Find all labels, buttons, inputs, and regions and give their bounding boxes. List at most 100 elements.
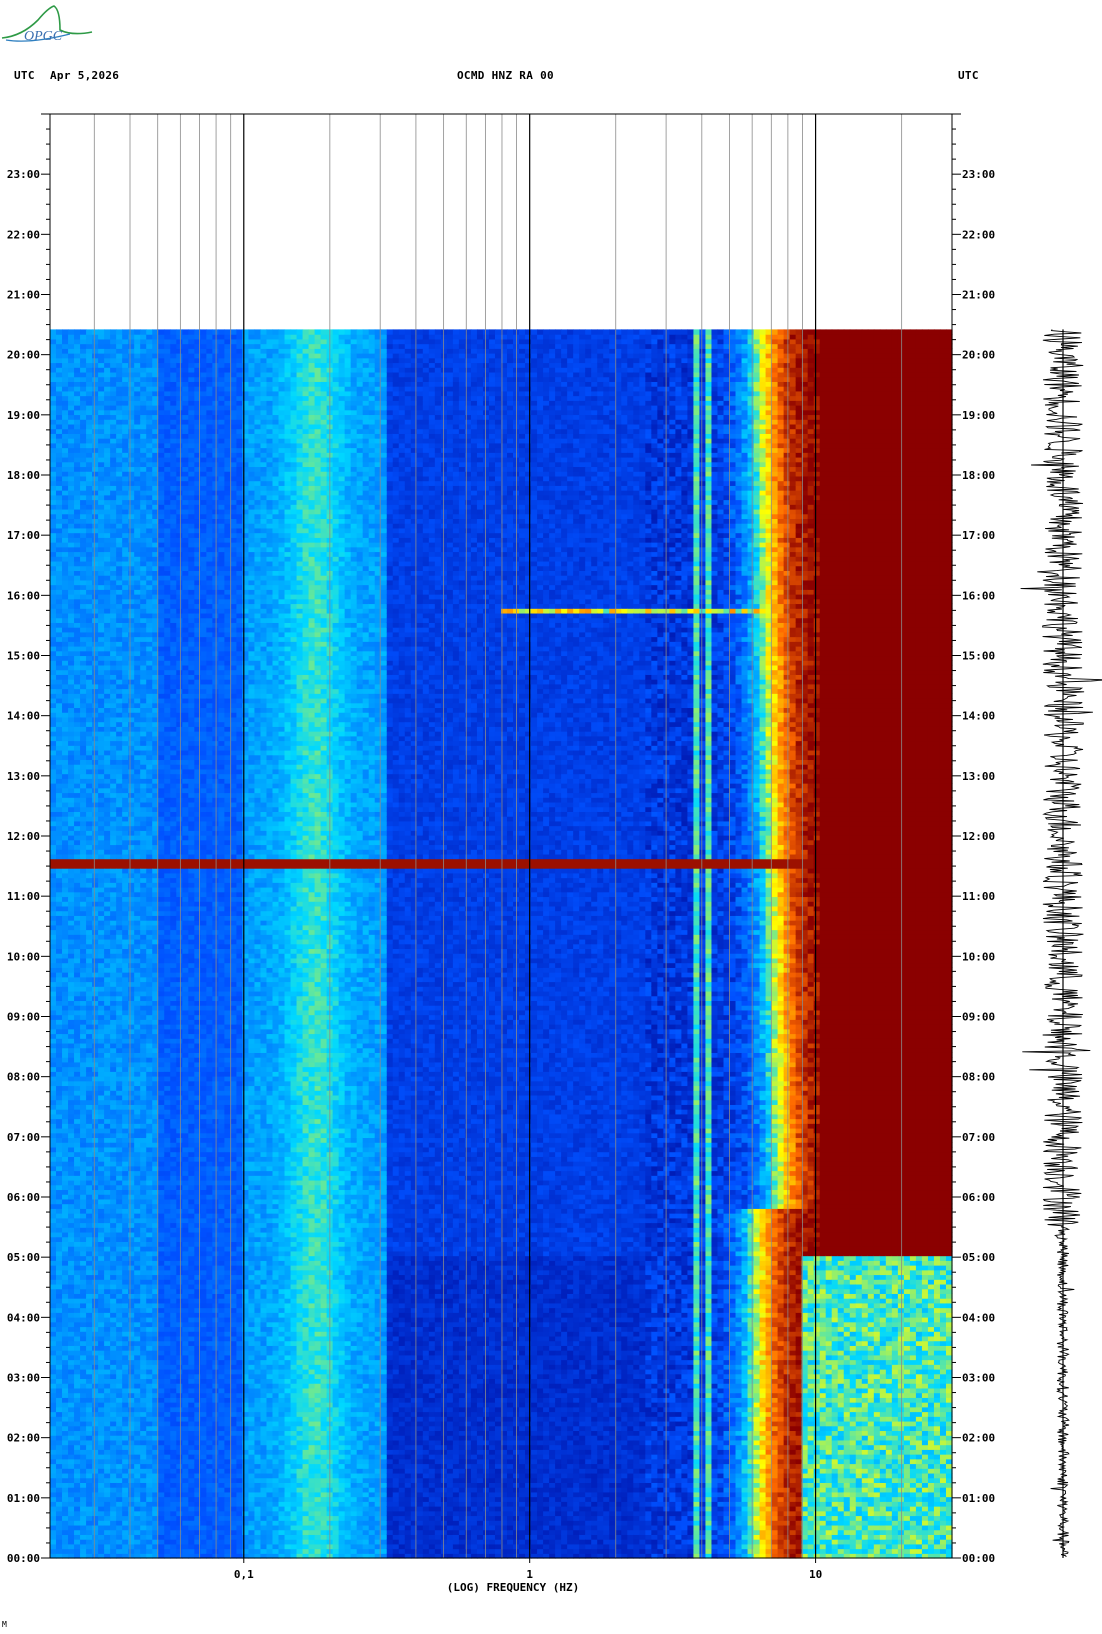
heatmap-cell (50, 1057, 57, 1062)
heatmap-cell (68, 1402, 75, 1407)
heatmap-cell (50, 944, 57, 949)
heatmap-cell (68, 1364, 75, 1369)
heatmap-cell (50, 821, 57, 826)
heatmap-cell (50, 655, 57, 660)
heatmap-cell (50, 878, 57, 883)
heatmap-cell (62, 1350, 69, 1355)
heatmap-cell (68, 1544, 75, 1549)
heatmap-cell (50, 353, 57, 358)
heatmap-cell (62, 528, 69, 533)
heatmap-cell (56, 1511, 63, 1516)
heatmap-cell (62, 811, 69, 816)
heatmap-cell (56, 1544, 63, 1549)
heatmap-cell (50, 901, 57, 906)
heatmap-cell (50, 1033, 57, 1038)
heatmap-cell (56, 1350, 63, 1355)
heatmap-cell (56, 1383, 63, 1388)
heatmap-cell (62, 414, 69, 419)
heatmap-cell (50, 1402, 57, 1407)
heatmap-cell (62, 840, 69, 845)
heatmap-cell (56, 329, 63, 334)
heatmap-cell (56, 547, 63, 552)
heatmap-cell (56, 1237, 63, 1242)
heatmap-cell (50, 514, 57, 519)
heatmap-cell (50, 1185, 57, 1190)
heatmap-cell (62, 972, 69, 977)
heatmap-cell (68, 1435, 75, 1440)
heatmap-cell (50, 339, 57, 344)
heatmap-cell (62, 689, 69, 694)
heatmap-cell (50, 816, 57, 821)
heatmap-cell (50, 1256, 57, 1261)
heatmap-cell (56, 518, 63, 523)
heatmap-cell (62, 1341, 69, 1346)
heatmap-cell (62, 386, 69, 391)
heatmap-cell (56, 1416, 63, 1421)
heatmap-cell (50, 589, 57, 594)
heatmap-cell (50, 1407, 57, 1412)
heatmap-cell (68, 1355, 75, 1360)
heatmap-cell (50, 1374, 57, 1379)
heatmap-cell (62, 816, 69, 821)
heatmap-cell (56, 1374, 63, 1379)
heatmap-cell (56, 1520, 63, 1525)
heatmap-cell (68, 1303, 75, 1308)
heatmap-cell (56, 1241, 63, 1246)
heatmap-cell (50, 1270, 57, 1275)
heatmap-cell (62, 566, 69, 571)
heatmap-cell (62, 1345, 69, 1350)
heatmap-cell (56, 670, 63, 675)
heatmap-cell (50, 362, 57, 367)
heatmap-cell (50, 1468, 57, 1473)
heatmap-cell (62, 1251, 69, 1256)
heatmap-cell (56, 485, 63, 490)
heatmap-cell (50, 759, 57, 764)
heatmap-cell (50, 920, 57, 925)
heatmap-cell (56, 1430, 63, 1435)
heatmap-cell (56, 755, 63, 760)
heatmap-cell (62, 1478, 69, 1483)
heatmap-cell (56, 462, 63, 467)
heatmap-cell (50, 1104, 57, 1109)
heatmap-cell (62, 1175, 69, 1180)
heatmap-cell (56, 1341, 63, 1346)
heatmap-cell (50, 1152, 57, 1157)
heatmap-cell (50, 741, 57, 746)
heatmap-cell (56, 410, 63, 415)
heatmap-cell (62, 533, 69, 538)
heatmap-cell (56, 1019, 63, 1024)
heatmap-cell (56, 986, 63, 991)
heatmap-cell (56, 774, 63, 779)
heatmap-cell (68, 1293, 75, 1298)
heatmap-cell (50, 1364, 57, 1369)
heatmap-cell (62, 471, 69, 476)
heatmap-cell (56, 707, 63, 712)
heatmap-cell (68, 1440, 75, 1445)
heatmap-cell (68, 1449, 75, 1454)
heatmap-cell (50, 1492, 57, 1497)
heatmap-cell (62, 561, 69, 566)
heatmap-cell (56, 991, 63, 996)
heatmap-cell (62, 1530, 69, 1535)
heatmap-cell (56, 934, 63, 939)
heatmap-cell (62, 802, 69, 807)
heatmap-cell (50, 533, 57, 538)
heatmap-cell (56, 542, 63, 547)
heatmap-cell (62, 693, 69, 698)
heatmap-cell (62, 518, 69, 523)
heatmap-cell (56, 788, 63, 793)
heatmap-cell (62, 925, 69, 930)
heatmap-cell (50, 1435, 57, 1440)
heatmap-cell (62, 419, 69, 424)
heatmap-cell (68, 1360, 75, 1365)
heatmap-cell (50, 731, 57, 736)
heatmap-cell (56, 490, 63, 495)
heatmap-cell (50, 887, 57, 892)
heatmap-cell (56, 944, 63, 949)
heatmap-cell (62, 1147, 69, 1152)
heatmap-cell (56, 570, 63, 575)
heatmap-cell (62, 934, 69, 939)
heatmap-cell (68, 1393, 75, 1398)
heatmap-cell (56, 1067, 63, 1072)
heatmap-cell (62, 844, 69, 849)
